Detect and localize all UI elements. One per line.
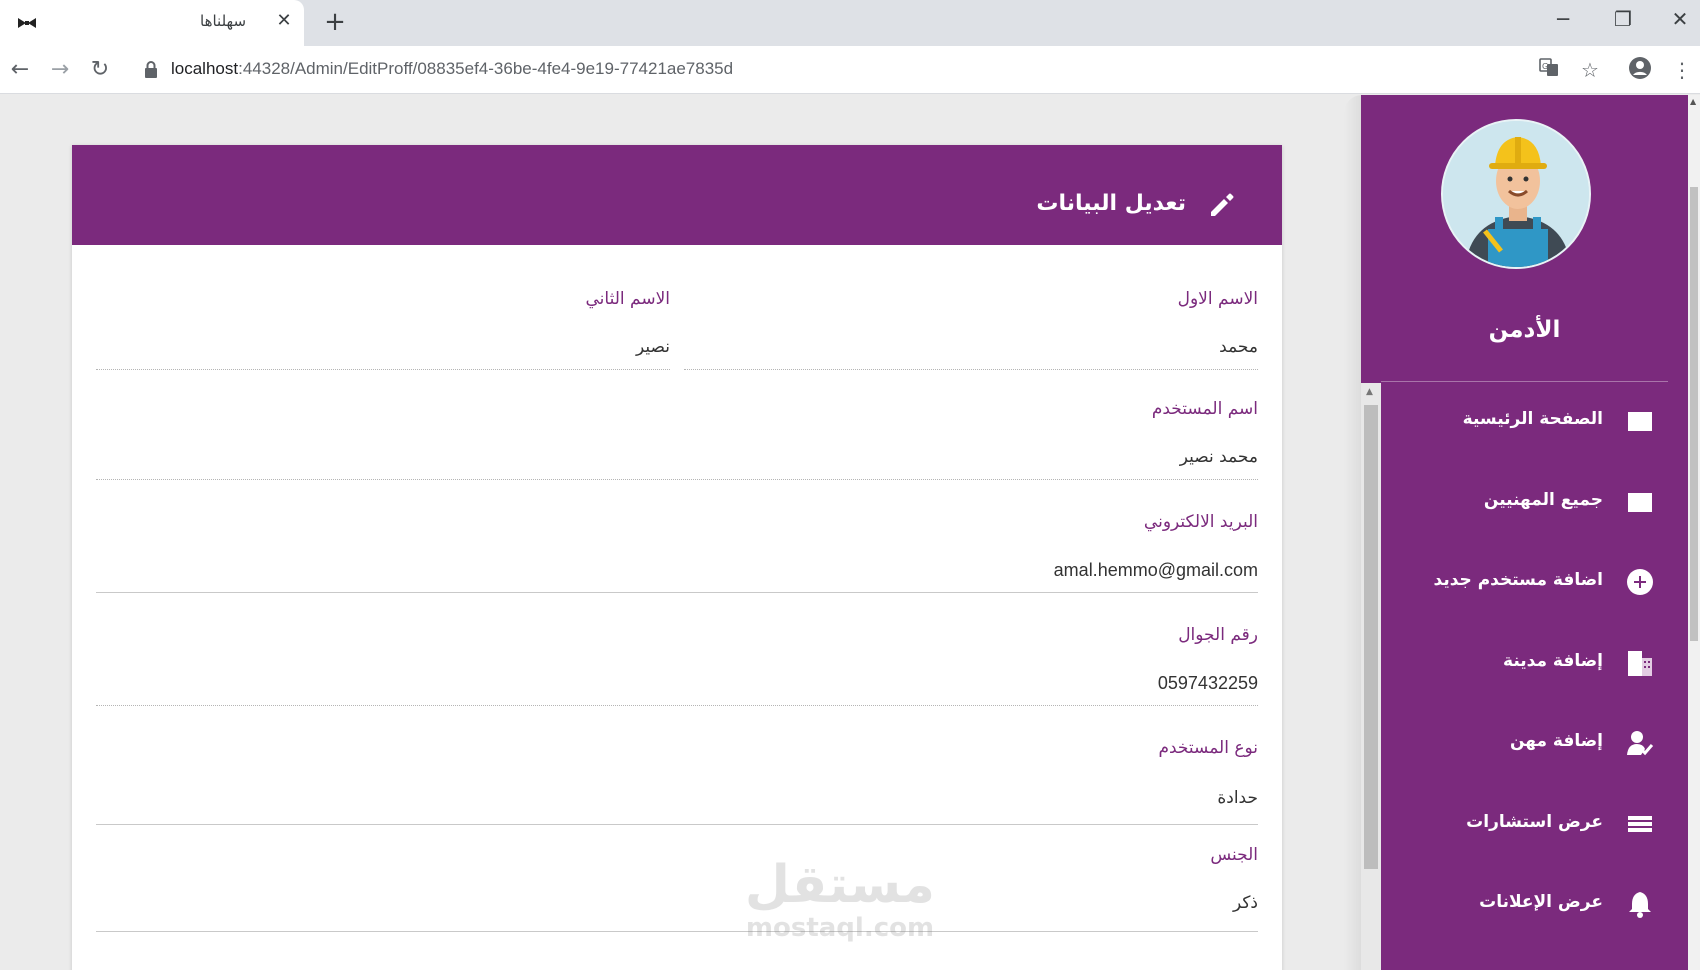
square-icon <box>1628 412 1652 431</box>
sidebar-item-label: عرض استشارات <box>1466 812 1603 832</box>
sidebar-scroll-thumb[interactable] <box>1364 405 1378 869</box>
email-input[interactable]: amal.hemmo@gmail.com <box>1054 560 1258 581</box>
page-scroll-up-icon[interactable]: ▲ <box>1690 97 1696 106</box>
square-icon <box>1628 493 1652 512</box>
profile-icon[interactable] <box>1626 56 1654 84</box>
field-underline <box>684 369 1258 370</box>
sidebar-item-add-city[interactable]: إضافة مدينة <box>1381 637 1688 697</box>
sidebar-item-label: اضافة مستخدم جديد <box>1433 570 1604 590</box>
sidebar-item-label: عرض الإعلانات <box>1479 892 1603 912</box>
sidebar-item-all-professionals[interactable]: جميع المهنيين <box>1381 476 1688 536</box>
first-name-input[interactable]: محمد <box>1219 337 1258 357</box>
sidebar: الأدمن ▲ الصفحة الرئيسية جميع المهنيين ا… <box>1361 95 1688 970</box>
minimize-icon[interactable]: ─ <box>1543 6 1583 32</box>
scroll-up-arrow-icon[interactable]: ▲ <box>1366 387 1373 397</box>
gender-input[interactable]: ذكر <box>1233 893 1258 913</box>
sidebar-item-add-user[interactable]: اضافة مستخدم جديد <box>1381 556 1688 616</box>
sidebar-item-label: إضافة مدينة <box>1503 651 1603 671</box>
sidebar-edge <box>1344 95 1362 970</box>
back-icon[interactable]: ← <box>6 56 34 84</box>
sidebar-item-label: إضافة مهن <box>1509 731 1603 751</box>
watermark-latin: mostaql.com <box>745 913 935 943</box>
menu-dots-icon[interactable]: ⋮ <box>1668 56 1696 84</box>
page-scrollbar[interactable]: ▲ <box>1688 95 1700 970</box>
page-scroll-thumb[interactable] <box>1690 187 1698 641</box>
username-input[interactable]: محمد نصير <box>1180 447 1258 467</box>
browser-tab[interactable]: سهلناها ✕ <box>0 0 304 46</box>
sidebar-item-add-professions[interactable]: إضافة مهن <box>1381 717 1688 777</box>
field-underline <box>96 592 1258 593</box>
edit-profile-card: تعديل البيانات الاسم الاول محمد الاسم ال… <box>72 145 1282 970</box>
sidebar-item-label: الصفحة الرئيسية <box>1462 409 1603 429</box>
bell-icon <box>1629 892 1651 918</box>
building-icon <box>1628 651 1652 676</box>
phone-input[interactable]: 0597432259 <box>1158 673 1258 694</box>
field-underline <box>96 705 1258 706</box>
translate-icon[interactable]: G <box>1535 56 1563 84</box>
tab-close-icon[interactable]: ✕ <box>274 10 294 31</box>
field-underline <box>96 824 1258 825</box>
user-type-input[interactable]: حدادة <box>1217 788 1258 808</box>
phone-label: رقم الجوال <box>1178 625 1258 645</box>
list-icon <box>1628 816 1652 832</box>
sidebar-item-label: جميع المهنيين <box>1483 490 1603 510</box>
worker-avatar-icon <box>1443 121 1589 267</box>
user-check-icon <box>1627 731 1654 756</box>
watermark-arabic: مستقل <box>744 855 935 915</box>
gender-label: الجنس <box>1210 845 1258 865</box>
reload-icon[interactable]: ↻ <box>86 56 114 84</box>
browser-tab-bar: سهلناها ✕ + ─ ❐ ✕ <box>0 0 1700 46</box>
last-name-label: الاسم الثاني <box>585 289 671 309</box>
user-type-label: نوع المستخدم <box>1158 738 1258 758</box>
last-name-input[interactable]: نصير <box>636 337 670 357</box>
page-title: تعديل البيانات <box>1036 191 1186 216</box>
url-field[interactable]: localhost:44328/Admin/EditProff/08835ef4… <box>171 59 733 79</box>
restore-icon[interactable]: ❐ <box>1603 6 1643 32</box>
sidebar-item-view-consultations[interactable]: عرض استشارات <box>1381 798 1688 858</box>
watermark: مستقل mostaql.com <box>745 855 935 955</box>
sidebar-scrollbar[interactable]: ▲ <box>1361 383 1381 970</box>
sidebar-item-home[interactable]: الصفحة الرئيسية <box>1381 395 1688 455</box>
window-close-icon[interactable]: ✕ <box>1660 6 1700 32</box>
sidebar-divider <box>1381 381 1668 382</box>
lock-icon[interactable] <box>143 60 159 80</box>
sidebar-item-view-ads[interactable]: عرض الإعلانات <box>1381 878 1688 938</box>
svg-text:G: G <box>1542 62 1548 71</box>
email-label: البريد الالكتروني <box>1143 512 1258 532</box>
pencil-icon <box>1211 193 1234 216</box>
card-header: تعديل البيانات <box>72 145 1282 245</box>
plus-circle-icon <box>1627 569 1653 595</box>
forward-icon[interactable]: → <box>46 56 74 84</box>
first-name-label: الاسم الاول <box>1177 289 1258 309</box>
avatar <box>1441 119 1591 269</box>
favicon-icon <box>18 18 36 28</box>
new-tab-button[interactable]: + <box>320 7 350 37</box>
field-underline <box>96 369 670 370</box>
field-underline <box>96 479 1258 480</box>
bookmark-star-icon[interactable]: ☆ <box>1576 56 1604 84</box>
admin-name: الأدمن <box>1488 317 1561 343</box>
address-bar: ← → ↻ localhost:44328/Admin/EditProff/08… <box>0 46 1700 94</box>
username-label: اسم المستخدم <box>1151 399 1258 419</box>
field-underline <box>96 931 1258 932</box>
page-viewport: تعديل البيانات الاسم الاول محمد الاسم ال… <box>0 95 1700 970</box>
tab-title: سهلناها <box>200 12 247 30</box>
